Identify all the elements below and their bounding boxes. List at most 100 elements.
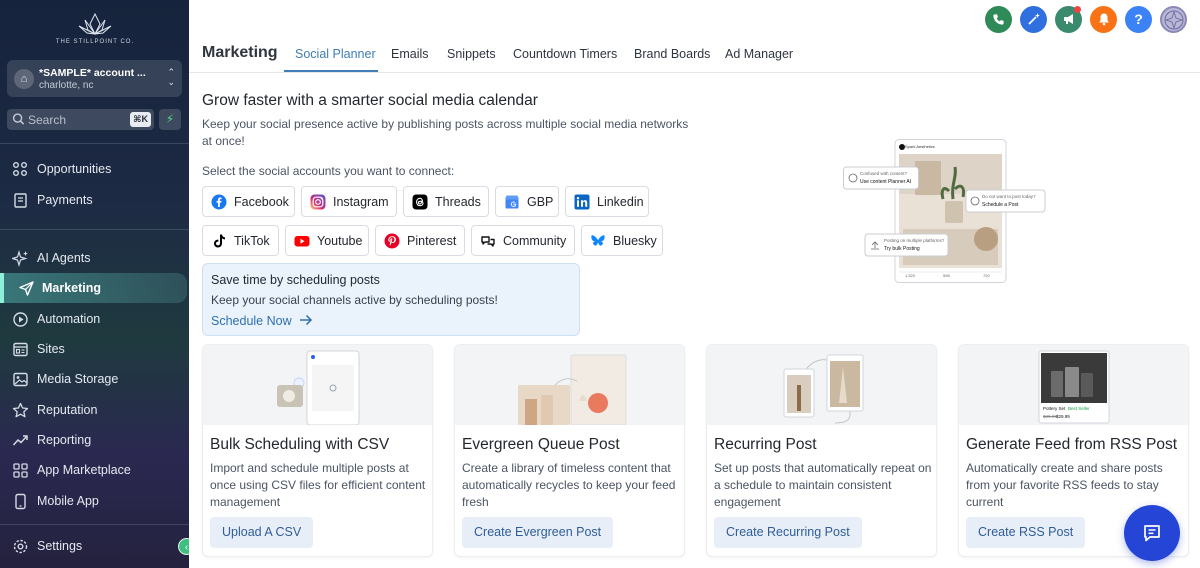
tab-social-planner[interactable]: Social Planner (295, 47, 376, 61)
rss-product-badge: Best Seller (1068, 406, 1090, 411)
facebook-icon (211, 194, 227, 210)
card-description: Set up posts that automatically repeat o… (714, 461, 932, 509)
sidebar-item-label: Reputation (37, 403, 98, 417)
bell-icon[interactable] (1090, 6, 1117, 33)
connect-community-button[interactable]: Community (471, 225, 575, 256)
sidebar-item-media-storage[interactable]: Media Storage (0, 364, 189, 394)
page-title: Marketing (202, 44, 278, 61)
create-evergreen-post-button[interactable]: Create Evergreen Post (462, 517, 614, 548)
sidebar-item-label: App Marketplace (37, 463, 131, 477)
connect-linkedin-button[interactable]: Linkedin (565, 186, 649, 217)
sidebar-item-ai-agents[interactable]: AI Agents (0, 243, 189, 273)
sidebar-item-automation[interactable]: Automation (0, 304, 189, 334)
sidebar-item-settings[interactable]: Settings (0, 531, 189, 561)
chip-label: Linkedin (597, 195, 644, 209)
sidebar-item-reporting[interactable]: Reporting (0, 425, 189, 455)
tab-brand-boards[interactable]: Brand Boards (634, 47, 710, 61)
card-title: Recurring Post (714, 436, 817, 453)
illustration-stat-comments: 598 (943, 273, 950, 278)
connect-accounts-label: Select the social accounts you want to c… (202, 164, 455, 178)
star-icon (12, 402, 29, 418)
magic-icon[interactable] (1020, 6, 1047, 33)
bluesky-icon (591, 235, 605, 246)
chip-label: Community (503, 234, 567, 248)
schedule-now-link[interactable]: Schedule Now (211, 314, 313, 328)
sidebar-divider (0, 524, 189, 525)
tab-ad-manager[interactable]: Ad Manager (725, 47, 793, 61)
gear-icon (13, 539, 28, 554)
sidebar-item-reputation[interactable]: Reputation (0, 395, 189, 425)
chip-label: Facebook (234, 195, 289, 209)
hero-title: Grow faster with a smarter social media … (202, 92, 538, 109)
connect-pinterest-button[interactable]: Pinterest (375, 225, 465, 256)
sidebar-item-app-marketplace[interactable]: App Marketplace (0, 455, 189, 485)
bubble-action-bulk: Try bulk Posting (884, 246, 920, 252)
connect-facebook-button[interactable]: Facebook (202, 186, 295, 217)
sidebar-item-mobile-app[interactable]: Mobile App (0, 486, 189, 516)
bulk-csv-card: Bulk Scheduling with CSV Import and sche… (202, 344, 433, 557)
sidebar-item-sites[interactable]: Sites (0, 334, 189, 364)
brand-logo[interactable]: THE STILLPOINT CO. (50, 12, 140, 48)
google-business-icon (505, 195, 519, 209)
create-rss-post-button[interactable]: Create RSS Post (966, 517, 1086, 548)
hero-description: Keep your social presence active by publ… (202, 117, 689, 148)
card-title: Generate Feed from RSS Post (966, 436, 1178, 453)
phone-mockup-illustration (843, 139, 1046, 283)
chevron-updown-icon: ⌃ ⌄ (167, 67, 175, 87)
connect-threads-button[interactable]: Threads (403, 186, 489, 217)
avatar[interactable] (1160, 6, 1187, 33)
connect-gbp-button[interactable]: GBP (495, 186, 559, 217)
tab-snippets[interactable]: Snippets (447, 47, 496, 61)
connect-tiktok-button[interactable]: TikTok (202, 225, 279, 256)
search-placeholder: Search (28, 113, 67, 127)
ai-sparkle-icon (12, 250, 28, 267)
notification-dot (1074, 6, 1081, 13)
card-illustration (203, 345, 432, 426)
chip-label: GBP (527, 195, 554, 209)
tiktok-icon (214, 234, 225, 248)
account-location: charlotte, nc (39, 80, 94, 91)
upload-csv-button[interactable]: Upload A CSV (210, 517, 314, 548)
card-description: Create a library of timeless content tha… (462, 461, 676, 509)
chip-label: TikTok (234, 234, 270, 248)
help-icon[interactable]: ? (1125, 6, 1152, 33)
bubble-title-schedule: Do not want to post today? (982, 194, 1036, 199)
sidebar-item-label: Marketing (42, 281, 102, 295)
pinterest-icon (384, 233, 400, 249)
sidebar-item-label: Mobile App (37, 494, 99, 508)
quick-action-bolt-icon[interactable]: ⚡ (159, 109, 181, 130)
sidebar-item-label: Media Storage (37, 372, 119, 386)
create-recurring-post-button[interactable]: Create Recurring Post (714, 517, 862, 548)
sidebar-item-label: Sites (37, 342, 65, 356)
tab-emails[interactable]: Emails (391, 47, 429, 61)
location-pin-icon: ⌂ (14, 69, 34, 89)
chip-label: Bluesky (613, 234, 657, 248)
card-illustration: Pottery Set Best Seller $39.99 $29.99 (959, 345, 1188, 425)
search-input[interactable]: Search ⌘K (7, 109, 154, 130)
phone-icon (15, 493, 26, 510)
connect-instagram-button[interactable]: Instagram (301, 186, 397, 217)
recurring-card: Recurring Post Set up posts that automat… (706, 344, 937, 557)
search-icon (12, 113, 25, 125)
arrow-right-icon (300, 314, 313, 326)
sidebar-item-opportunities[interactable]: Opportunities (0, 154, 189, 184)
sidebar-item-label: Opportunities (37, 162, 112, 176)
tab-countdown-timers[interactable]: Countdown Timers (513, 47, 617, 61)
rss-product-old-price: $39.99 (1043, 414, 1057, 419)
illustration-account-label: Spark Aesthetics (905, 144, 935, 149)
top-action-icons: ? (985, 6, 1190, 34)
promo-description: Keep your social channels active by sche… (211, 293, 498, 307)
call-icon[interactable] (985, 6, 1012, 33)
image-icon (13, 372, 28, 387)
connect-bluesky-button[interactable]: Bluesky (581, 225, 663, 256)
chip-label: Youtube (317, 234, 363, 248)
grid-icon (13, 463, 28, 478)
chat-widget-button[interactable] (1124, 505, 1180, 561)
sidebar-item-payments[interactable]: Payments (0, 185, 189, 215)
sidebar-item-marketing[interactable]: Marketing (0, 273, 187, 303)
schedule-promo-banner: Save time by scheduling posts Keep your … (202, 263, 580, 336)
schedule-now-label: Schedule Now (211, 314, 292, 328)
connect-youtube-button[interactable]: Youtube (285, 225, 369, 256)
account-switcher[interactable]: ⌂ *SAMPLE* account ... charlotte, nc ⌃ ⌄ (7, 60, 182, 97)
chip-label: Instagram (333, 195, 389, 209)
